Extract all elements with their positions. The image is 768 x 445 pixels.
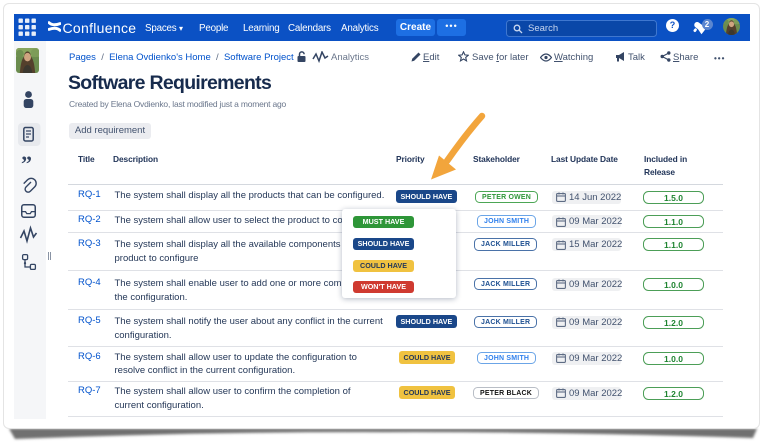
svg-text:”: ” xyxy=(21,151,32,176)
